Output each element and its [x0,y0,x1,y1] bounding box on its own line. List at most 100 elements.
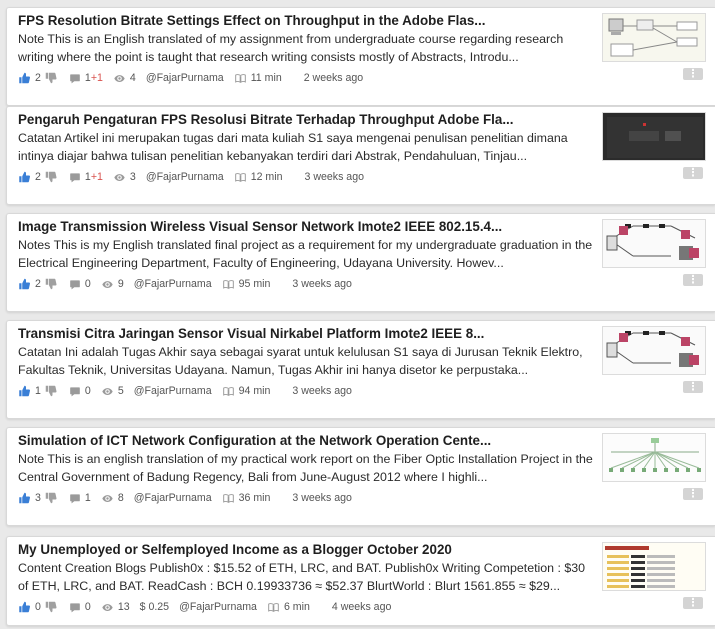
comment-stat[interactable]: 1 +1 [69,72,103,84]
upvote-count: 2 [35,171,41,183]
post-card[interactable]: Image Transmission Wireless Visual Senso… [6,213,715,312]
author-handle[interactable]: @FajarPurnama [134,492,212,504]
read-time: 94 min [222,385,271,397]
post-meta: 2 1 +1 4 @FajarPurnama 11 min 2 weeks ag… [18,70,363,86]
thumbnail-image [603,113,705,160]
author-link[interactable]: @FajarPurnama [134,385,212,397]
comment-stat[interactable]: 1 [69,492,91,504]
author-handle[interactable]: @FajarPurnama [179,601,257,613]
comment-stat[interactable]: 1 +1 [69,171,103,183]
eye-icon [101,386,114,397]
upvote-control[interactable]: 2 [18,72,41,84]
thumbs-down-icon[interactable] [45,601,57,613]
post-thumbnail[interactable] [602,112,706,161]
vertical-ellipsis-icon: ⋮ [687,380,699,393]
downvote-delta: +1 [90,171,103,183]
upvote-count: 1 [35,385,41,397]
post-card[interactable]: Pengaruh Pengaturan FPS Resolusi Bitrate… [6,106,715,205]
view-stat: 13 [101,601,130,613]
thumbs-up-icon[interactable] [18,171,31,183]
post-title[interactable]: Image Transmission Wireless Visual Senso… [18,219,598,234]
read-time-value: 94 min [238,385,271,397]
post-thumbnail[interactable] [602,219,706,268]
post-excerpt: Catatan Ini adalah Tugas Akhir saya seba… [18,345,583,377]
read-time: 12 min [234,171,283,183]
author-link[interactable]: @FajarPurnama [134,492,212,504]
posted-time-value: 2 weeks ago [303,72,364,84]
comment-stat[interactable]: 0 [69,601,91,613]
thumbs-up-icon[interactable] [18,601,31,613]
upvote-control[interactable]: 1 [18,385,41,397]
comment-icon [69,493,81,504]
thumbnail-image [603,434,705,481]
post-card[interactable]: My Unemployed or Selfemployed Income as … [6,536,715,626]
post-thumbnail[interactable] [602,13,706,62]
thumbs-down-icon[interactable] [45,72,57,84]
post-menu-button[interactable]: ⋮ [683,274,703,286]
author-link[interactable]: @FajarPurnama [146,171,224,183]
thumbs-down-icon[interactable] [45,278,57,290]
post-title[interactable]: Simulation of ICT Network Configuration … [18,433,598,448]
upvote-control[interactable]: 0 [18,601,41,613]
read-time-value: 6 min [283,601,310,613]
comment-icon [69,386,81,397]
comment-icon [69,172,81,183]
upvote-control[interactable]: 2 [18,171,41,183]
post-card[interactable]: Transmisi Citra Jaringan Sensor Visual N… [6,320,715,419]
eye-icon [113,172,126,183]
posted-time: 3 weeks ago [305,171,364,183]
post-card[interactable]: Simulation of ICT Network Configuration … [6,427,715,526]
post-menu-button[interactable]: ⋮ [683,167,703,179]
post-thumbnail[interactable] [602,542,706,591]
post-thumbnail[interactable] [602,326,706,375]
downvote-control[interactable] [45,72,57,84]
post-title[interactable]: Transmisi Citra Jaringan Sensor Visual N… [18,326,598,341]
post-title[interactable]: Pengaruh Pengaturan FPS Resolusi Bitrate… [18,112,598,127]
thumbs-up-icon[interactable] [18,72,31,84]
thumbnail-image [603,327,705,374]
thumbs-up-icon[interactable] [18,278,31,290]
downvote-control[interactable] [45,278,57,290]
post-thumbnail[interactable] [602,433,706,482]
vertical-ellipsis-icon: ⋮ [687,166,699,179]
book-icon [222,386,235,397]
thumbs-up-icon[interactable] [18,492,31,504]
downvote-control[interactable] [45,492,57,504]
post-menu-button[interactable]: ⋮ [683,381,703,393]
view-count: 13 [117,601,130,613]
view-count: 5 [117,385,124,397]
downvote-control[interactable] [45,171,57,183]
book-icon [222,279,235,290]
post-menu-button[interactable]: ⋮ [683,597,703,609]
author-link[interactable]: @FajarPurnama [146,72,224,84]
author-handle[interactable]: @FajarPurnama [146,72,224,84]
post-menu-button[interactable]: ⋮ [683,488,703,500]
comment-stat[interactable]: 0 [69,278,91,290]
thumbs-up-icon[interactable] [18,385,31,397]
upvote-count: 2 [35,72,41,84]
thumbnail-image [603,543,705,590]
downvote-control[interactable] [45,385,57,397]
upvote-count: 2 [35,278,41,290]
upvote-control[interactable]: 2 [18,278,41,290]
read-time-value: 12 min [250,171,283,183]
post-card[interactable]: FPS Resolution Bitrate Settings Effect o… [6,7,715,106]
view-count: 4 [129,72,136,84]
author-handle[interactable]: @FajarPurnama [134,385,212,397]
post-title[interactable]: FPS Resolution Bitrate Settings Effect o… [18,13,598,28]
author-handle[interactable]: @FajarPurnama [146,171,224,183]
comment-stat[interactable]: 0 [69,385,91,397]
thumbs-down-icon[interactable] [45,171,57,183]
upvote-control[interactable]: 3 [18,492,41,504]
eye-icon [101,279,114,290]
post-title[interactable]: My Unemployed or Selfemployed Income as … [18,542,598,557]
author-link[interactable]: @FajarPurnama [179,601,257,613]
downvote-control[interactable] [45,601,57,613]
earnings-stat: $ 0.25 [140,601,169,613]
thumbs-down-icon[interactable] [45,492,57,504]
post-menu-button[interactable]: ⋮ [683,68,703,80]
read-time: 6 min [267,601,310,613]
thumbs-down-icon[interactable] [45,385,57,397]
author-handle[interactable]: @FajarPurnama [134,278,212,290]
author-link[interactable]: @FajarPurnama [134,278,212,290]
